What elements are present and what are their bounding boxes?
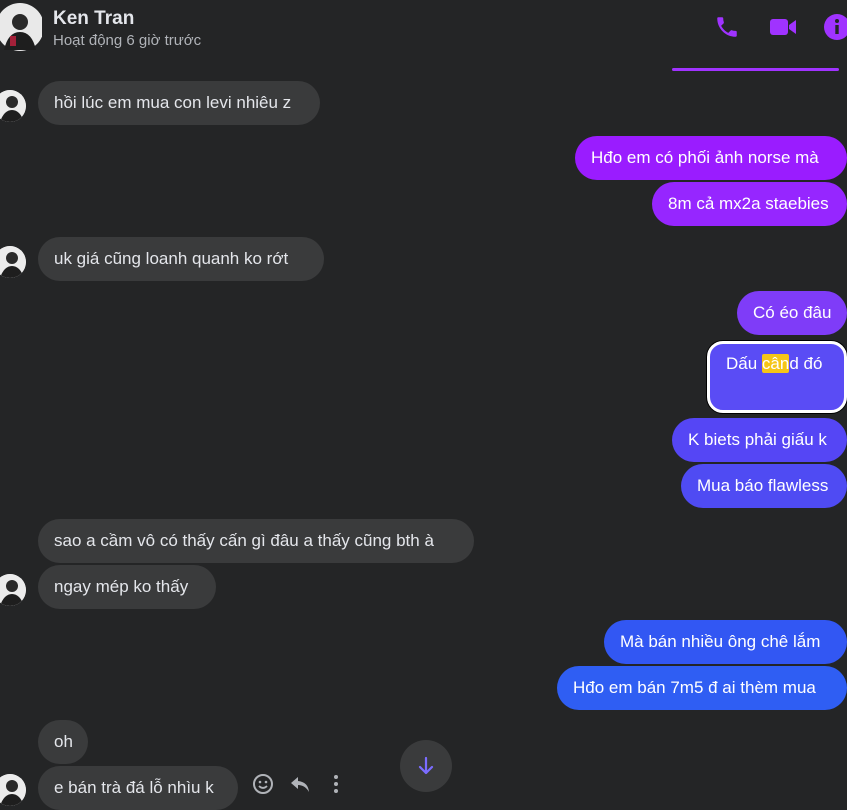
contact-activity-status: Hoạt động 6 giờ trước <box>53 32 202 49</box>
previous-message-edge <box>672 68 839 71</box>
received-message[interactable]: ngay mép ko thấy <box>38 565 216 609</box>
sent-message[interactable]: Hđo em bán 7m5 đ ai thèm mua <box>557 666 847 710</box>
conversation-header: Ken Tran Hoạt động 6 giờ trước <box>0 0 847 64</box>
sent-message[interactable]: Mua báo flawless <box>681 464 847 508</box>
contact-avatar[interactable] <box>0 574 26 606</box>
message-text-after: d đó <box>789 354 823 373</box>
contact-avatar[interactable] <box>0 246 26 278</box>
phone-icon[interactable] <box>712 12 742 42</box>
received-message[interactable]: hồi lúc em mua con levi nhiêu z <box>38 81 320 125</box>
sent-message[interactable]: Mà bán nhiều ông chê lắm <box>604 620 847 664</box>
arrow-down-icon <box>418 756 434 775</box>
received-message[interactable]: sao a cầm vô có thấy cấn gì đâu a thấy c… <box>38 519 474 563</box>
info-icon[interactable] <box>822 12 847 42</box>
sent-message[interactable]: K biets phải giấu k <box>672 418 847 462</box>
received-message[interactable]: uk giá cũng loanh quanh ko rớt <box>38 237 324 281</box>
more-options-icon[interactable] <box>324 772 348 796</box>
reply-icon[interactable] <box>288 772 312 796</box>
contact-avatar[interactable] <box>0 2 42 52</box>
emoji-reaction-icon[interactable] <box>251 772 275 796</box>
message-text-before: Dấu <box>726 354 762 373</box>
received-message[interactable]: oh <box>38 720 88 764</box>
scroll-to-bottom-button[interactable] <box>400 740 452 792</box>
contact-avatar[interactable] <box>0 774 26 806</box>
video-camera-icon[interactable] <box>768 12 798 42</box>
search-highlight: cân <box>761 354 790 373</box>
sent-message[interactable]: 8m cả mx2a staebies <box>652 182 847 226</box>
sent-message[interactable]: Có éo đâu <box>737 291 847 335</box>
contact-name[interactable]: Ken Tran <box>53 8 134 30</box>
received-message[interactable]: e bán trà đá lỗ nhìu k <box>38 766 238 810</box>
sent-message[interactable]: Hđo em có phối ảnh norse mà <box>575 136 847 180</box>
sent-message-search-match[interactable]: Dấu când đó <box>707 341 847 413</box>
contact-avatar[interactable] <box>0 90 26 122</box>
